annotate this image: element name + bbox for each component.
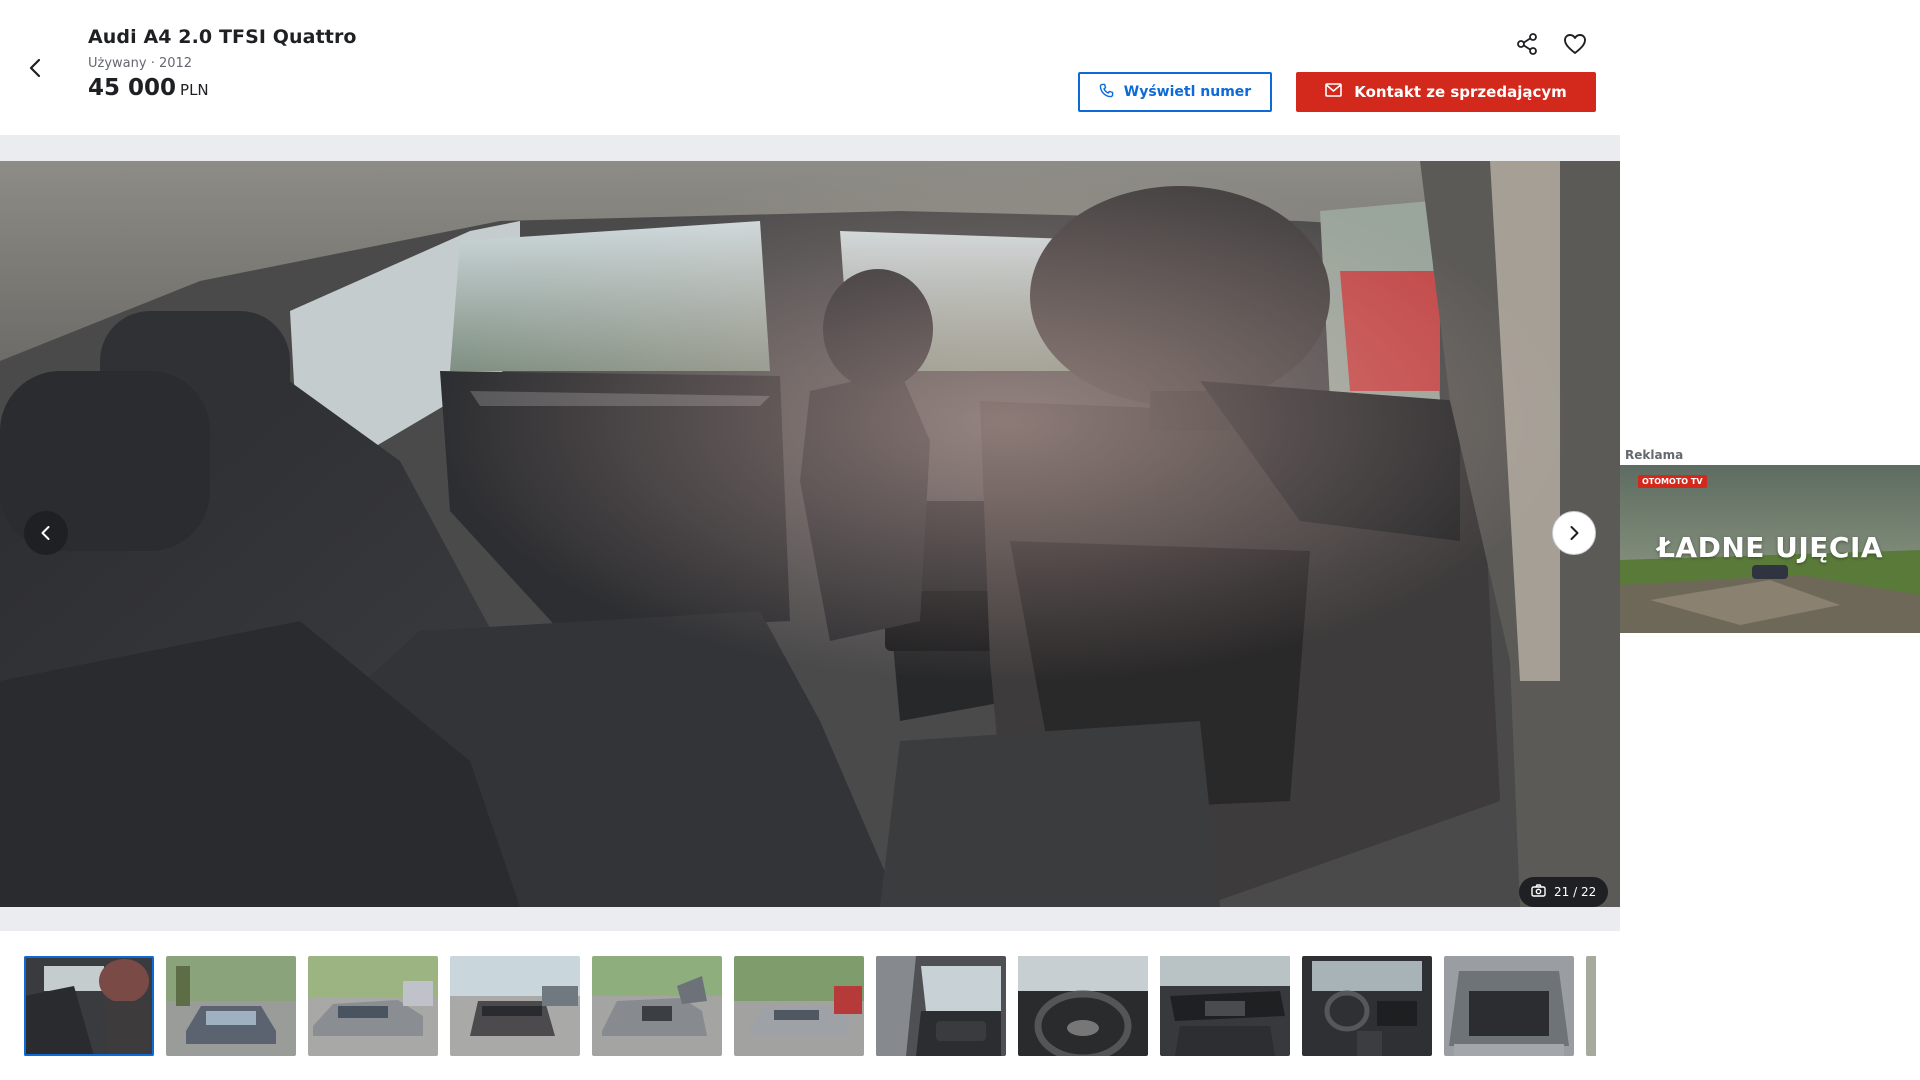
ad-headline: ŁADNE UJĘCIA [1656, 531, 1884, 564]
listing-price: 45 000 PLN [88, 75, 209, 101]
photo-counter-text: 21 / 22 [1554, 885, 1597, 899]
main-photo[interactable] [0, 161, 1620, 907]
thumbnail-7[interactable] [876, 956, 1006, 1056]
thumbnail-6[interactable] [734, 956, 864, 1056]
show-number-label: Wyświetl numer [1123, 84, 1252, 100]
back-icon[interactable] [22, 54, 50, 82]
thumbnail-10[interactable] [1302, 956, 1432, 1056]
listing-title: Audi A4 2.0 TFSI Quattro [88, 26, 357, 48]
contact-seller-label: Kontakt ze sprzedającym [1354, 83, 1567, 101]
mail-icon [1325, 83, 1343, 101]
thumbnail-11[interactable] [1444, 956, 1574, 1056]
contact-seller-button[interactable]: Kontakt ze sprzedającym [1296, 72, 1596, 112]
next-photo-button[interactable] [1552, 511, 1596, 555]
camera-icon [1531, 884, 1546, 900]
listing-header: Audi A4 2.0 TFSI Quattro Używany · 2012 … [0, 0, 1620, 135]
show-number-button[interactable]: Wyświetl numer [1078, 72, 1272, 112]
chevron-left-icon [41, 526, 50, 540]
price-currency: PLN [180, 81, 209, 99]
previous-photo-button[interactable] [24, 511, 68, 555]
listing-subtitle: Używany · 2012 [88, 56, 193, 71]
thumbnail-5[interactable] [592, 956, 722, 1056]
thumbnail-3[interactable] [308, 956, 438, 1056]
thumbnail-2[interactable] [166, 956, 296, 1056]
thumbnail-9[interactable] [1160, 956, 1290, 1056]
phone-icon [1099, 83, 1114, 102]
ad-label: Reklama [1625, 448, 1684, 462]
thumbnail-strip [24, 956, 1596, 1056]
photo-counter: 21 / 22 [1519, 877, 1609, 907]
thumbnail-1[interactable] [24, 956, 154, 1056]
advertisement-banner[interactable]: OTOMOTO TV ŁADNE UJĘCIA [1620, 465, 1920, 633]
price-value: 45 000 [88, 75, 177, 101]
chevron-right-icon [1570, 526, 1579, 540]
thumbnail-8[interactable] [1018, 956, 1148, 1056]
ad-logo: OTOMOTO TV [1638, 475, 1707, 488]
heart-icon[interactable] [1562, 31, 1588, 57]
share-icon[interactable] [1514, 31, 1540, 57]
thumbnail-12[interactable] [1586, 956, 1596, 1056]
thumbnail-4[interactable] [450, 956, 580, 1056]
